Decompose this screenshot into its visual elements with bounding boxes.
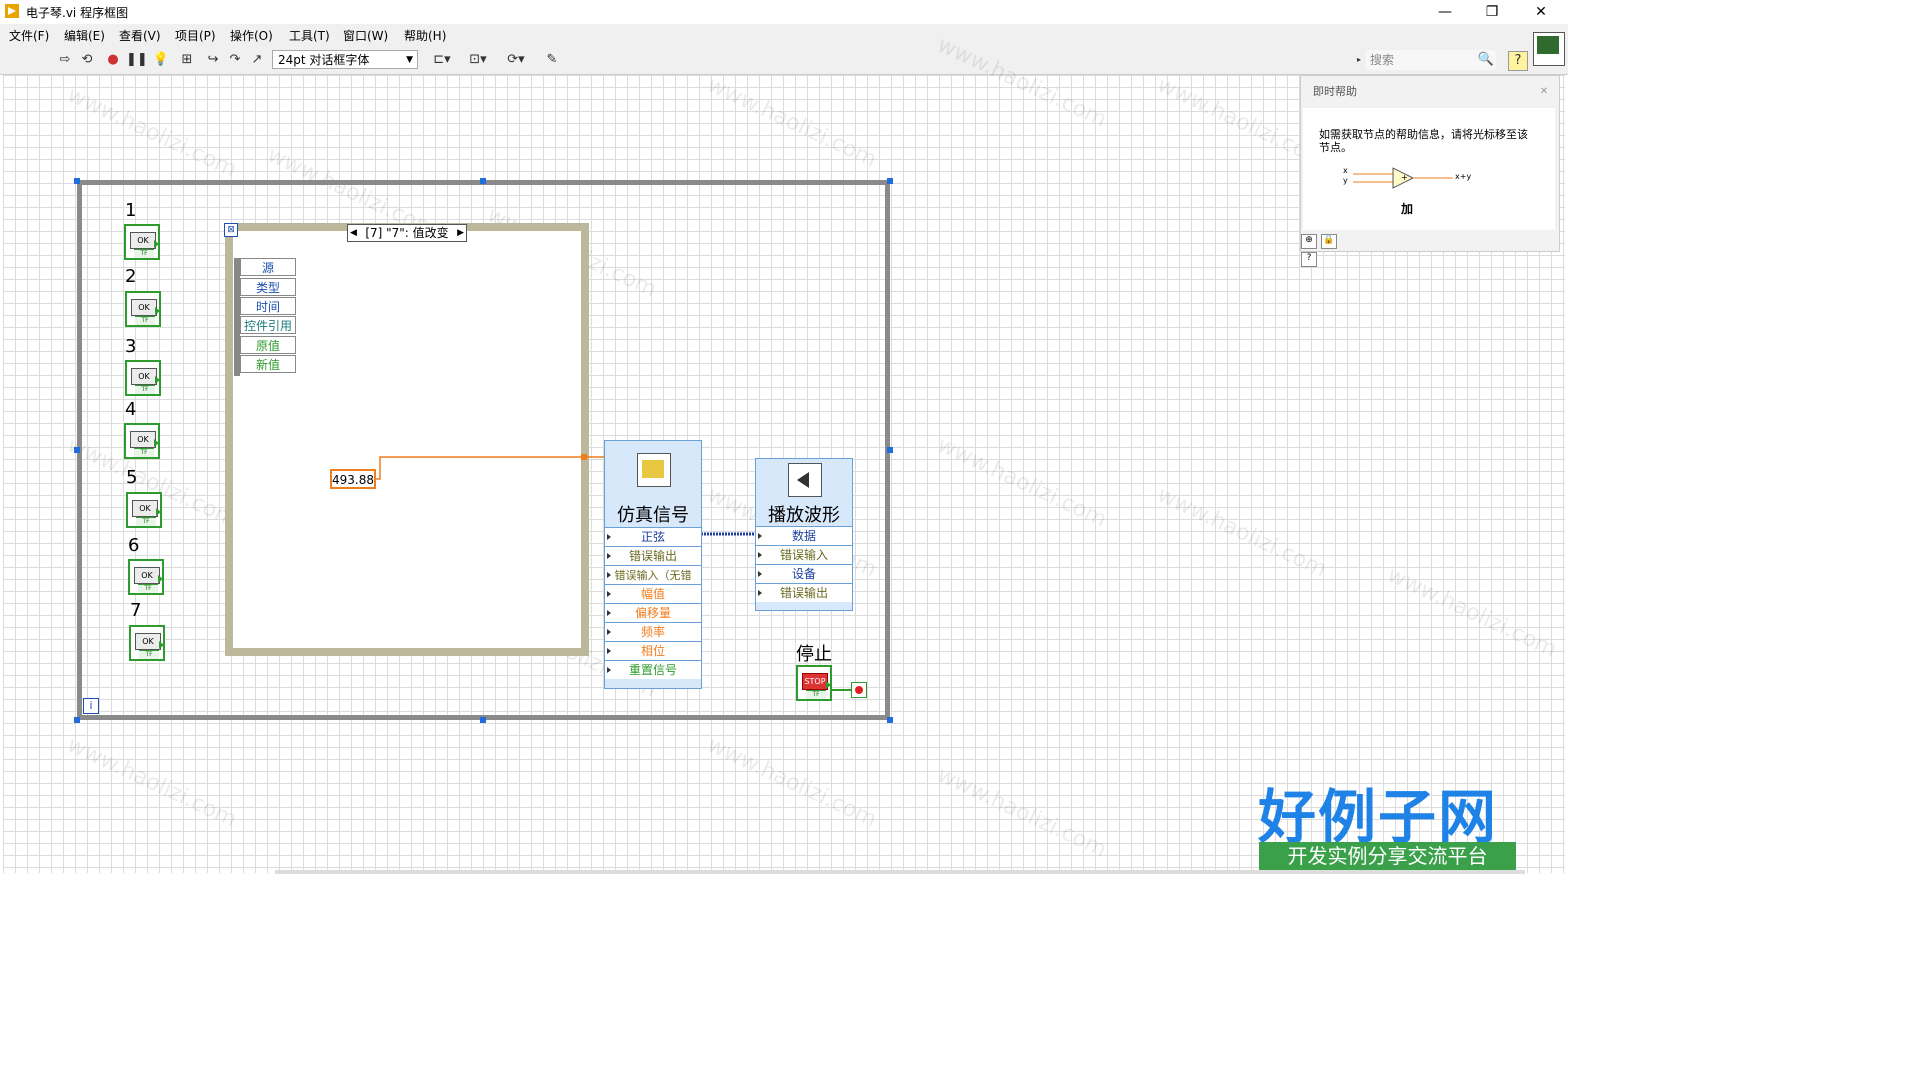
- output-arrow-icon: [826, 681, 831, 689]
- terminal-device[interactable]: 设备: [756, 564, 852, 583]
- detailed-help-icon[interactable]: ?: [1301, 252, 1317, 267]
- play-waveform-vi[interactable]: 播放波形 数据 错误输入 设备 错误输出: [755, 458, 853, 611]
- context-help-body: 如需获取节点的帮助信息，请将光标移至该节点。 + x y x+y 加: [1303, 108, 1555, 230]
- input-y-label: y: [1343, 176, 1348, 185]
- play-waveform-title: 播放波形: [768, 505, 840, 526]
- signal-icon-graphic: [642, 460, 664, 478]
- close-icon[interactable]: ✕: [1537, 86, 1551, 100]
- context-help-message: 如需获取节点的帮助信息，请将光标移至该节点。: [1319, 128, 1528, 154]
- svg-text:+: +: [1401, 173, 1408, 182]
- orange-wire: [376, 456, 606, 480]
- terminal-error-in[interactable]: 错误输入（无错: [605, 565, 701, 584]
- stop-button-text: STOP: [802, 673, 828, 690]
- stop-label: 停止: [796, 644, 832, 665]
- help-toolbar: ⊕ 🔒 ?: [1301, 231, 1351, 267]
- simulate-signal-title: 仿真信号: [617, 505, 689, 526]
- simulate-signal-icon: [637, 453, 671, 487]
- brand-slogan: 开发实例分享交流平台: [1259, 842, 1516, 870]
- horizontal-scrollbar[interactable]: [275, 870, 1525, 874]
- node-name: 加: [1401, 202, 1414, 216]
- loop-condition-terminal[interactable]: [851, 682, 867, 698]
- stop-condition-icon: [855, 686, 863, 694]
- context-help-title: 即时帮助: [1313, 85, 1357, 98]
- speaker-graphic: [797, 472, 809, 488]
- terminal-phase[interactable]: 相位: [605, 641, 701, 660]
- lock-help-icon[interactable]: 🔒: [1320, 234, 1337, 249]
- terminal-data[interactable]: 数据: [756, 526, 852, 545]
- output-label: x+y: [1455, 172, 1472, 181]
- terminal-reset-signal[interactable]: 重置信号: [605, 660, 701, 679]
- add-node-diagram: +: [1353, 167, 1453, 189]
- simulate-signal-vi[interactable]: 仿真信号 正弦 错误输出 错误输入（无错 幅值 偏移量 频率 相位 重置信号: [604, 440, 702, 689]
- terminal-frequency[interactable]: 频率: [605, 622, 701, 641]
- terminal-error-out[interactable]: 错误输出: [605, 546, 701, 565]
- show-optional-terminals-icon[interactable]: ⊕: [1301, 234, 1317, 249]
- terminal-offset[interactable]: 偏移量: [605, 603, 701, 622]
- boolean-type-tag: TF: [806, 690, 826, 699]
- terminal-amplitude[interactable]: 幅值: [605, 584, 701, 603]
- input-x-label: x: [1343, 166, 1348, 175]
- stop-button[interactable]: STOP TF: [796, 665, 832, 701]
- tunnel-icon: [581, 454, 587, 460]
- terminal-error-out[interactable]: 错误输出: [756, 583, 852, 602]
- terminal-sine[interactable]: 正弦: [605, 527, 701, 546]
- speaker-icon: [788, 463, 822, 497]
- terminal-error-in[interactable]: 错误输入: [756, 545, 852, 564]
